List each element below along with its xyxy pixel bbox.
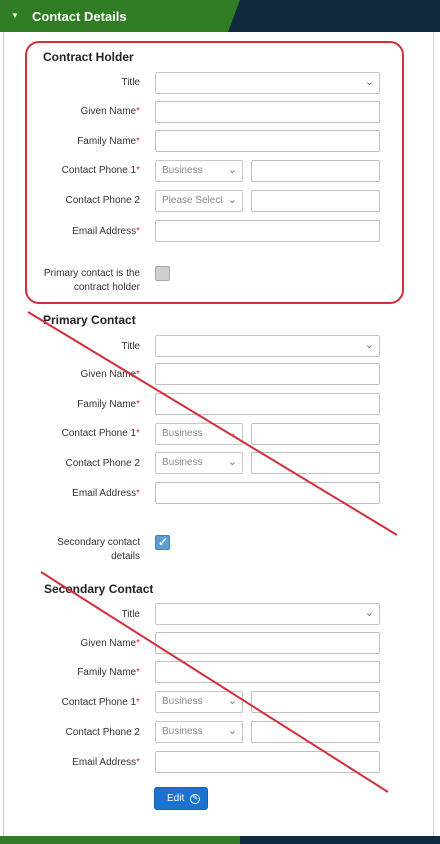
given-name-label: Given Name*: [80, 369, 140, 380]
phone-1-type-select[interactable]: Business ⌄: [155, 691, 243, 713]
chevron-down-icon: ⌄: [227, 725, 237, 737]
chevron-down-icon: ⌄: [364, 339, 374, 351]
given-name-input[interactable]: [155, 363, 380, 385]
phone-2-input[interactable]: [251, 452, 380, 474]
email-label: Email Address*: [72, 488, 140, 499]
phone-2-type-select[interactable]: Business ⌄: [155, 721, 243, 743]
family-name-label: Family Name*: [77, 399, 140, 410]
title-select[interactable]: ⌄: [155, 603, 380, 625]
family-name-label: Family Name*: [77, 667, 140, 678]
annotation-highlight-box: [25, 41, 404, 304]
secondary-details-checkbox[interactable]: ✓: [155, 535, 170, 550]
given-name-label: Given Name*: [80, 638, 140, 649]
footer-accent: [0, 836, 240, 844]
phone-1-input[interactable]: [251, 423, 380, 445]
title-label: Title: [121, 341, 140, 352]
contact-phone-1-label: Contact Phone 1*: [61, 428, 140, 439]
email-input[interactable]: [155, 482, 380, 504]
title-label: Title: [121, 609, 140, 620]
check-icon: ✓: [158, 535, 169, 549]
contact-phone-2-label: Contact Phone 2: [65, 458, 141, 469]
chevron-down-icon: ⌄: [227, 427, 237, 439]
contact-details-page: ▼ Contact Details Contract Holder Title …: [0, 0, 440, 844]
title-select[interactable]: ⌄: [155, 335, 380, 357]
contact-phone-1-label: Contact Phone 1*: [61, 697, 140, 708]
chevron-down-icon: ⌄: [364, 607, 374, 619]
primary-contact-title: Primary Contact: [43, 313, 136, 327]
edit-button[interactable]: Edit ✎: [154, 787, 208, 810]
phone-1-input[interactable]: [251, 691, 380, 713]
secondary-details-label: Secondary contact details: [57, 537, 140, 562]
phone-1-type-select[interactable]: Business ⌄: [155, 423, 243, 445]
contact-phone-2-label: Contact Phone 2: [65, 727, 141, 738]
email-label: Email Address*: [72, 757, 140, 768]
secondary-contact-title: Secondary Contact: [44, 582, 154, 596]
phone-2-input[interactable]: [251, 721, 380, 743]
chevron-down-icon: ⌄: [227, 456, 237, 468]
given-name-input[interactable]: [155, 632, 380, 654]
phone-2-type-select[interactable]: Business ⌄: [155, 452, 243, 474]
family-name-input[interactable]: [155, 393, 380, 415]
edit-icon: ✎: [190, 794, 200, 804]
email-input[interactable]: [155, 751, 380, 773]
family-name-input[interactable]: [155, 661, 380, 683]
collapse-chevron-icon[interactable]: ▼: [11, 11, 20, 20]
section-header-title[interactable]: Contact Details: [32, 9, 127, 24]
chevron-down-icon: ⌄: [227, 695, 237, 707]
